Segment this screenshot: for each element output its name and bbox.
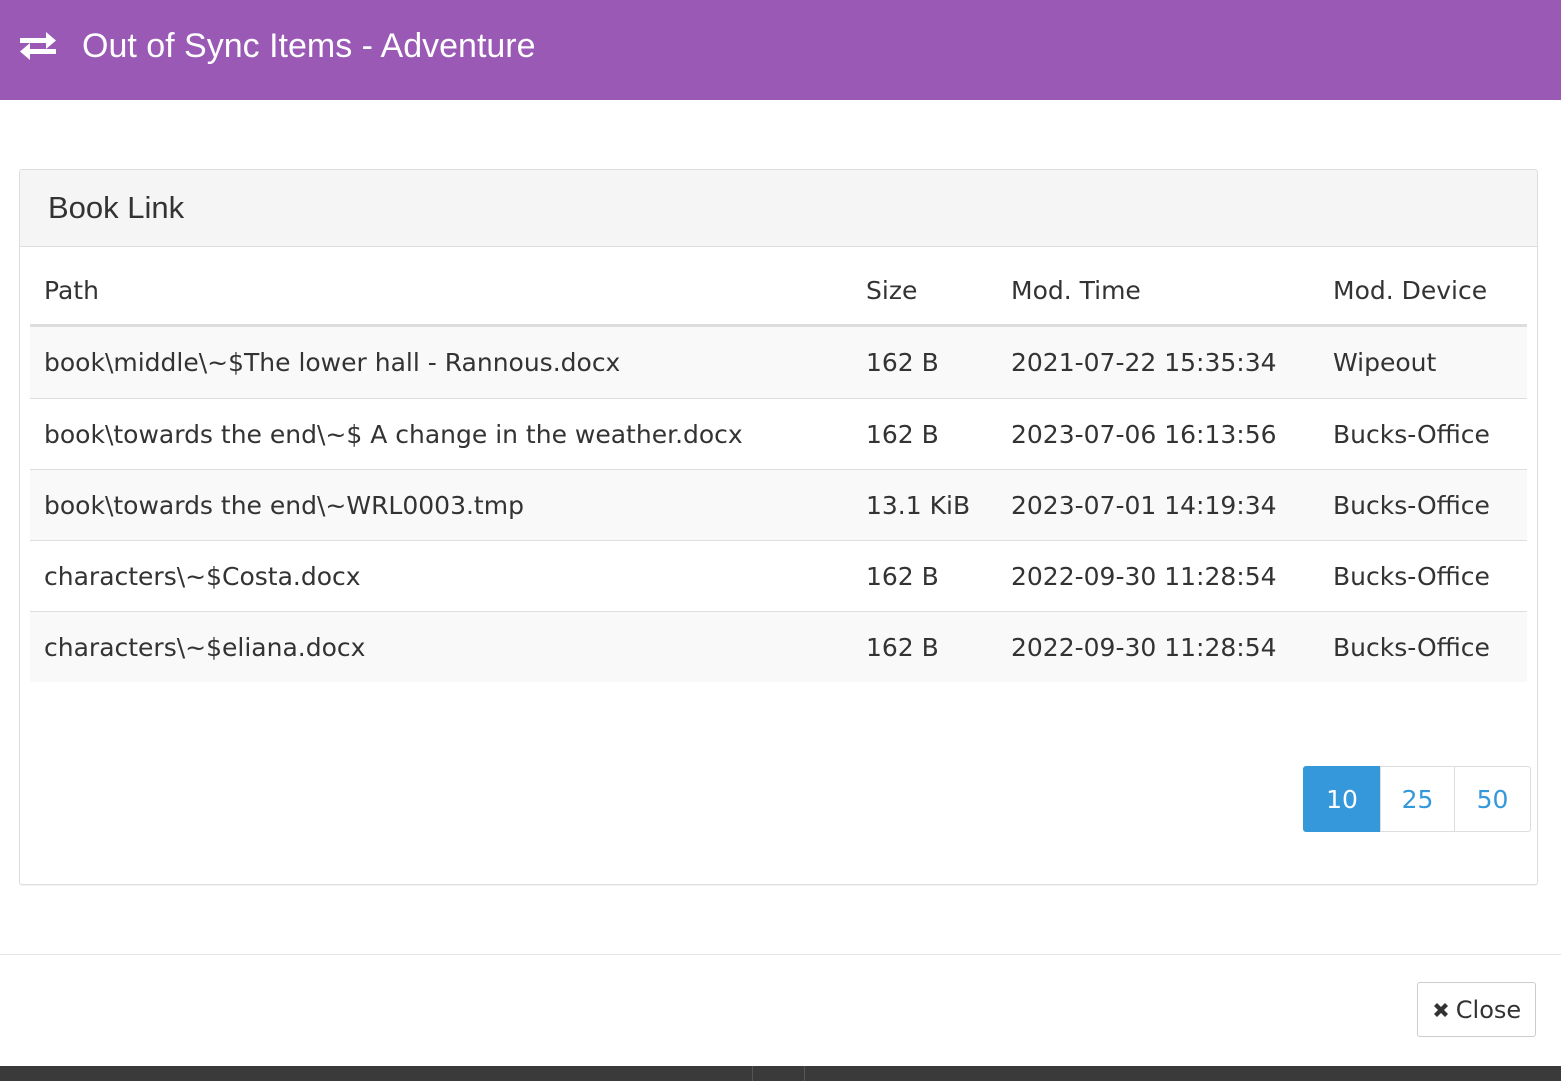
cell-path: book\middle\~$The lower hall - Rannous.d… — [30, 325, 852, 399]
table-row: characters\~$Costa.docx 162 B 2022-09-30… — [30, 540, 1527, 612]
cell-mod-device: Bucks-Office — [1319, 611, 1527, 682]
cell-size: 162 B — [852, 611, 997, 682]
page-size-50-button[interactable]: 50 — [1454, 766, 1531, 832]
background-page-strip — [0, 1066, 1561, 1081]
cell-mod-time: 2021-07-22 15:35:34 — [997, 325, 1319, 399]
cell-mod-device: Bucks-Office — [1319, 469, 1527, 541]
cell-size: 162 B — [852, 398, 997, 470]
modal-dialog: Out of Sync Items - Adventure Book Link … — [0, 0, 1561, 1066]
out-of-sync-table: Path Size Mod. Time Mod. Device book\mid… — [30, 256, 1527, 682]
folder-panel: Book Link Path Size Mod. Time Mod. Devic… — [19, 169, 1538, 885]
footer-divider — [0, 954, 1561, 955]
close-x-icon — [1433, 1002, 1448, 1017]
cell-mod-time: 2023-07-01 14:19:34 — [997, 469, 1319, 541]
exchange-arrows-icon — [20, 32, 56, 60]
cell-mod-time: 2022-09-30 11:28:54 — [997, 611, 1319, 682]
table-row: characters\~$eliana.docx 162 B 2022-09-3… — [30, 611, 1527, 682]
cell-mod-time: 2023-07-06 16:13:56 — [997, 398, 1319, 470]
panel-heading: Book Link — [20, 170, 1537, 247]
column-header-size[interactable]: Size — [852, 256, 997, 327]
table-row: book\middle\~$The lower hall - Rannous.d… — [30, 325, 1527, 399]
cell-mod-time: 2022-09-30 11:28:54 — [997, 540, 1319, 612]
strip-divider — [804, 1066, 805, 1081]
close-button[interactable]: Close — [1417, 982, 1536, 1037]
column-header-mod-device[interactable]: Mod. Device — [1319, 256, 1527, 327]
modal-title: Out of Sync Items - Adventure — [82, 27, 536, 65]
modal-header: Out of Sync Items - Adventure — [0, 0, 1561, 100]
table-header-row: Path Size Mod. Time Mod. Device — [30, 256, 1527, 327]
column-header-mod-time[interactable]: Mod. Time — [997, 256, 1319, 327]
panel-title: Book Link — [48, 190, 185, 225]
cell-path: characters\~$eliana.docx — [30, 611, 852, 682]
strip-divider — [752, 1066, 753, 1081]
cell-path: book\towards the end\~$ A change in the … — [30, 398, 852, 470]
page-size-10-button[interactable]: 10 — [1303, 766, 1381, 832]
close-button-label: Close — [1455, 995, 1522, 1024]
cell-path: characters\~$Costa.docx — [30, 540, 852, 612]
page-size-selector: 10 25 50 — [1303, 766, 1531, 832]
cell-mod-device: Bucks-Office — [1319, 540, 1527, 612]
table-row: book\towards the end\~WRL0003.tmp 13.1 K… — [30, 469, 1527, 541]
cell-size: 162 B — [852, 325, 997, 399]
cell-size: 13.1 KiB — [852, 469, 997, 541]
cell-size: 162 B — [852, 540, 997, 612]
table-row: book\towards the end\~$ A change in the … — [30, 398, 1527, 470]
cell-path: book\towards the end\~WRL0003.tmp — [30, 469, 852, 541]
column-header-path[interactable]: Path — [30, 256, 852, 327]
page-size-25-button[interactable]: 25 — [1380, 766, 1455, 832]
cell-mod-device: Bucks-Office — [1319, 398, 1527, 470]
cell-mod-device: Wipeout — [1319, 325, 1527, 399]
